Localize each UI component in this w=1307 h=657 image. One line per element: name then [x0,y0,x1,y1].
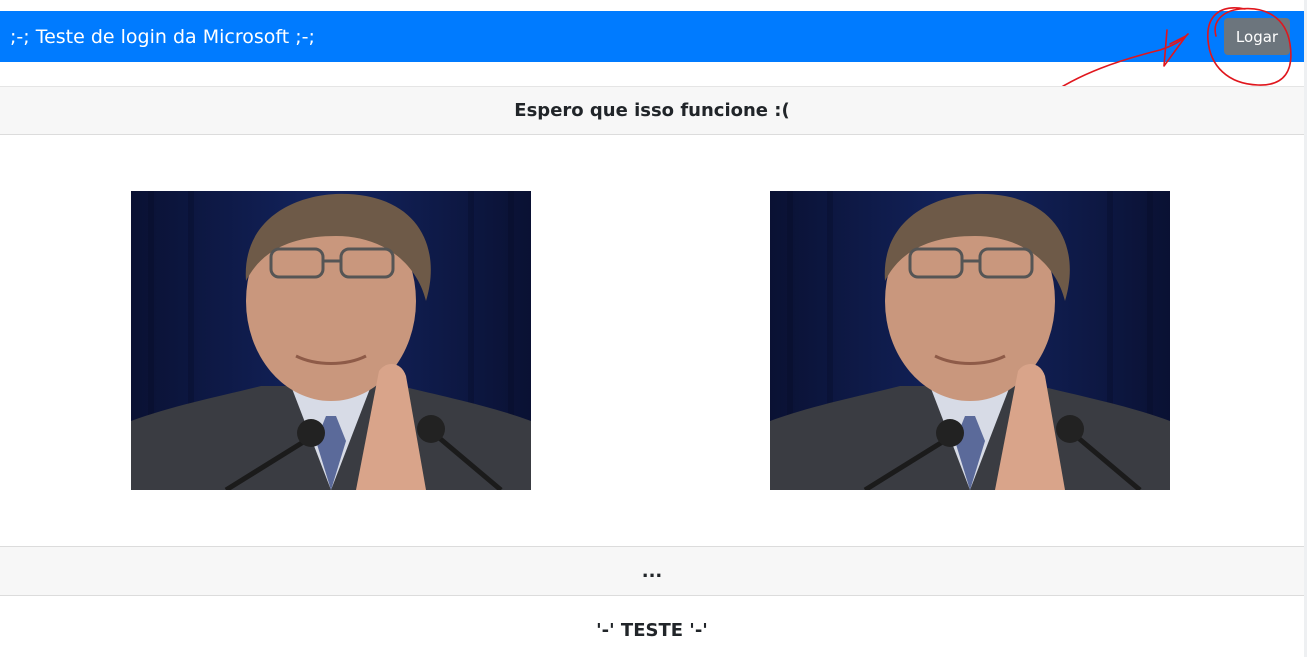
login-button[interactable]: Logar [1224,18,1290,55]
bottom-text: '-' TESTE '-' [596,619,708,641]
top-navbar: ;-; Teste de login da Microsoft ;-; Loga… [0,11,1304,62]
navbar-brand[interactable]: ;-; Teste de login da Microsoft ;-; [10,26,315,48]
portrait-photo [131,191,531,490]
portrait-image-left [131,191,531,490]
card-footer: ... [0,546,1304,596]
card-header: Espero que isso funcione :( [0,86,1304,135]
portrait-image-right [770,191,1170,490]
portrait-photo [770,191,1170,490]
